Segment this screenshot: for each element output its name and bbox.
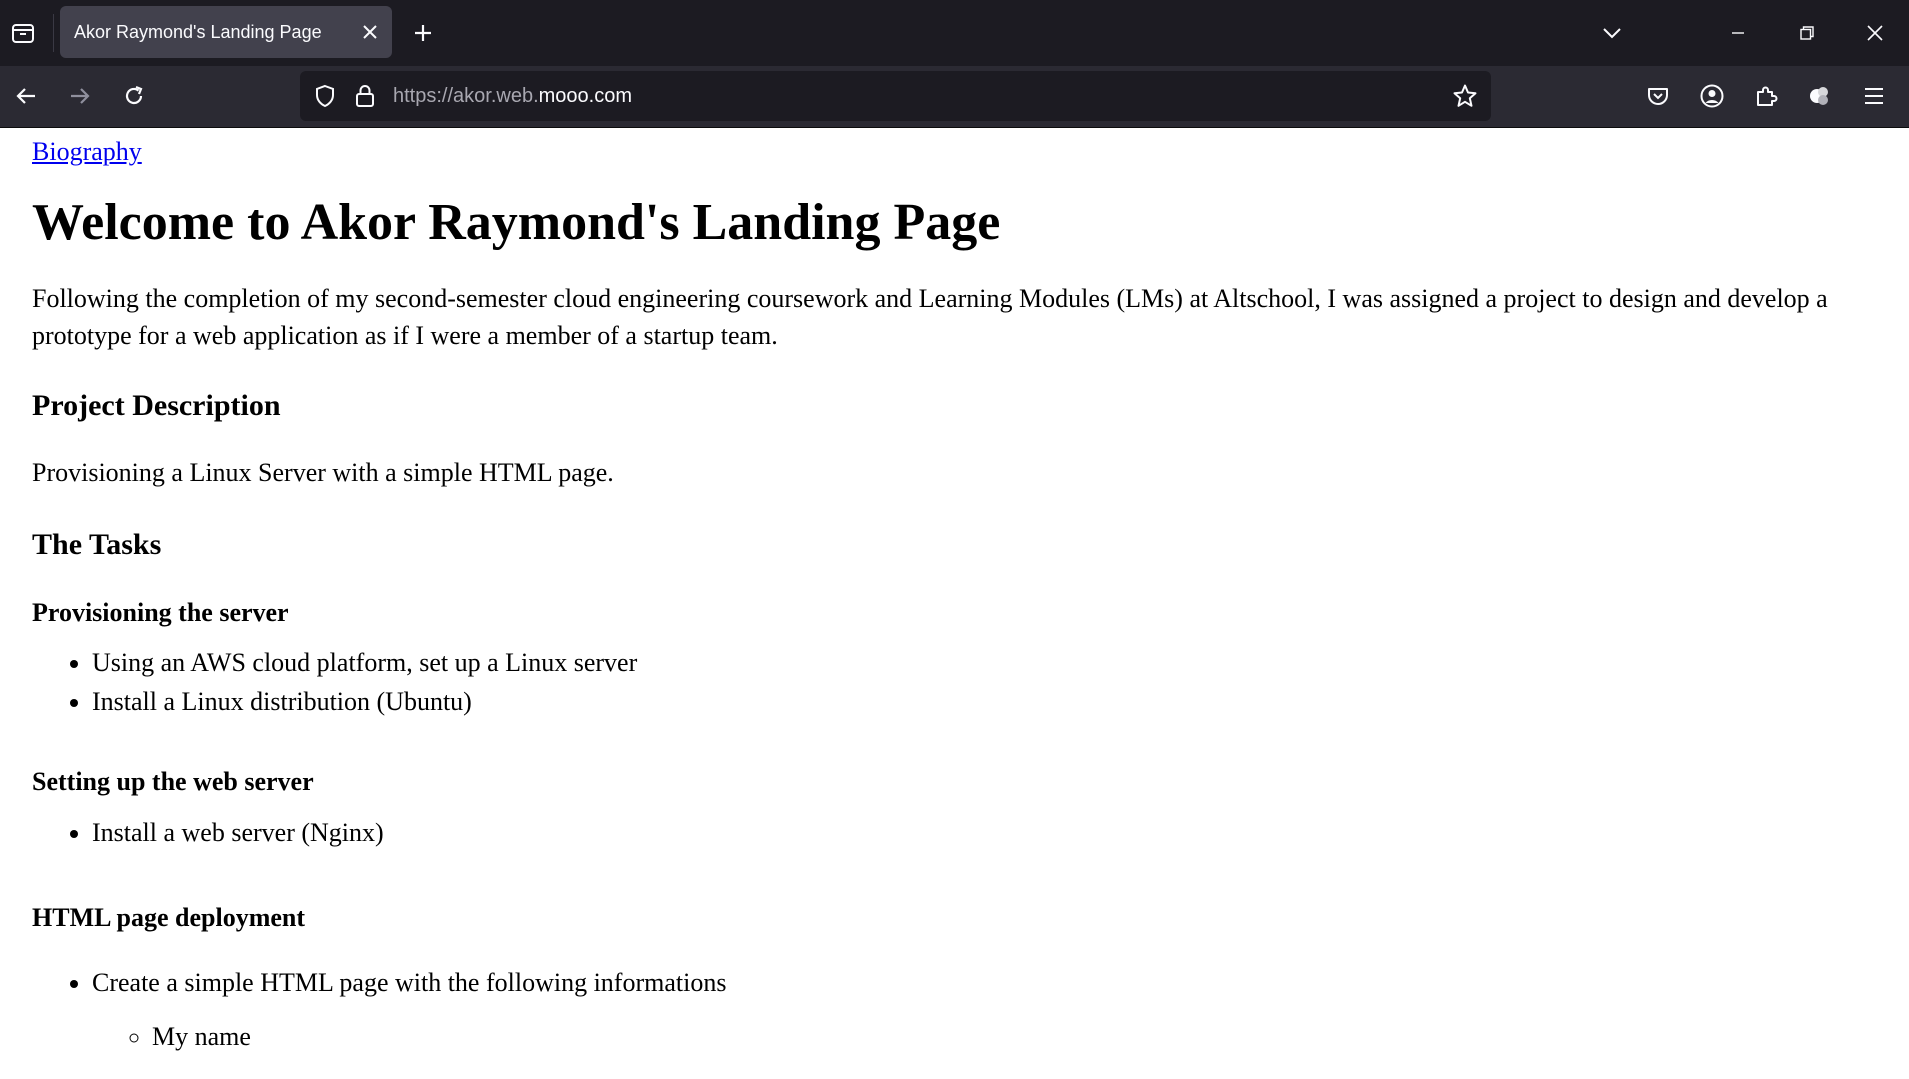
extensions-button[interactable] (1748, 78, 1784, 114)
url-prefix: https://akor.web. (393, 85, 539, 107)
reload-icon (125, 85, 143, 105)
close-window-icon (1867, 25, 1883, 41)
hamburger-menu-icon (1865, 88, 1883, 104)
account-icon (1700, 84, 1724, 108)
tab-separator (53, 14, 54, 52)
project-description-text: Provisioning a Linux Server with a simpl… (32, 458, 614, 487)
pocket-button[interactable] (1640, 78, 1676, 114)
provisioning-list: Using an AWS cloud platform, set up a Li… (32, 643, 637, 721)
puzzle-icon (1757, 86, 1778, 106)
close-icon (363, 25, 377, 39)
shield-icon[interactable] (312, 83, 338, 109)
provisioning-heading: Provisioning the server (32, 598, 289, 627)
firefox-view-icon (12, 24, 34, 43)
url-domain: mooo.com (538, 85, 633, 107)
page-title: Welcome to Akor Raymond's Landing Page (32, 194, 1001, 251)
forward-button[interactable] (62, 78, 98, 114)
account-button[interactable] (1694, 78, 1730, 114)
chevron-down-icon (1603, 28, 1621, 39)
list-item: Create a simple HTML page with the follo… (92, 963, 726, 1002)
deployment-list: Create a simple HTML page with the follo… (32, 963, 726, 1002)
close-window-button[interactable] (1853, 12, 1897, 54)
webserver-list: Install a web server (Nginx) (32, 813, 384, 852)
firefox-view-button[interactable] (6, 16, 40, 50)
reload-button[interactable] (116, 78, 152, 114)
webserver-heading: Setting up the web server (32, 767, 314, 796)
extension-blob-icon (1810, 87, 1828, 105)
url-text[interactable]: https://akor.web.mooo.com (393, 71, 632, 121)
url-bar[interactable]: https://akor.web.mooo.com (300, 71, 1491, 121)
minimize-button[interactable] (1716, 12, 1760, 54)
back-button[interactable] (8, 78, 44, 114)
list-item: My name (152, 1017, 251, 1056)
tab-close-button[interactable] (356, 18, 384, 46)
arrow-left-icon (16, 88, 35, 104)
list-item: Install a Linux distribution (Ubuntu) (92, 682, 637, 721)
arrow-right-icon (71, 88, 90, 104)
lock-icon[interactable] (352, 83, 378, 109)
browser-chrome: Akor Raymond's Landing Page https://akor… (0, 0, 1909, 128)
app-menu-button[interactable] (1856, 78, 1892, 114)
intro-paragraph: Following the completion of my second-se… (32, 284, 1828, 350)
restore-button[interactable] (1785, 12, 1829, 54)
navigation-toolbar: https://akor.web.mooo.com (0, 66, 1909, 128)
biography-link[interactable]: Biography (32, 137, 142, 167)
list-all-tabs-button[interactable] (1595, 16, 1629, 50)
pocket-icon (1648, 88, 1668, 105)
deployment-heading: HTML page deployment (32, 903, 306, 932)
project-description-heading: Project Description (32, 389, 281, 422)
new-tab-button[interactable] (406, 16, 440, 50)
tab-bar: Akor Raymond's Landing Page (0, 0, 1909, 66)
tasks-heading: The Tasks (32, 528, 162, 561)
plus-icon (415, 25, 431, 41)
profile-extension-button[interactable] (1802, 78, 1838, 114)
deployment-sublist: My name (32, 1017, 251, 1056)
tab-title: Akor Raymond's Landing Page (74, 22, 322, 42)
restore-icon (1800, 26, 1814, 40)
minimize-icon (1732, 32, 1744, 34)
page-content: Biography Welcome to Akor Raymond's Land… (0, 127, 1909, 1079)
list-item: Install a web server (Nginx) (92, 813, 384, 852)
list-item: Using an AWS cloud platform, set up a Li… (92, 643, 637, 682)
bookmark-star-icon[interactable] (1452, 83, 1478, 109)
active-tab[interactable]: Akor Raymond's Landing Page (60, 6, 392, 58)
